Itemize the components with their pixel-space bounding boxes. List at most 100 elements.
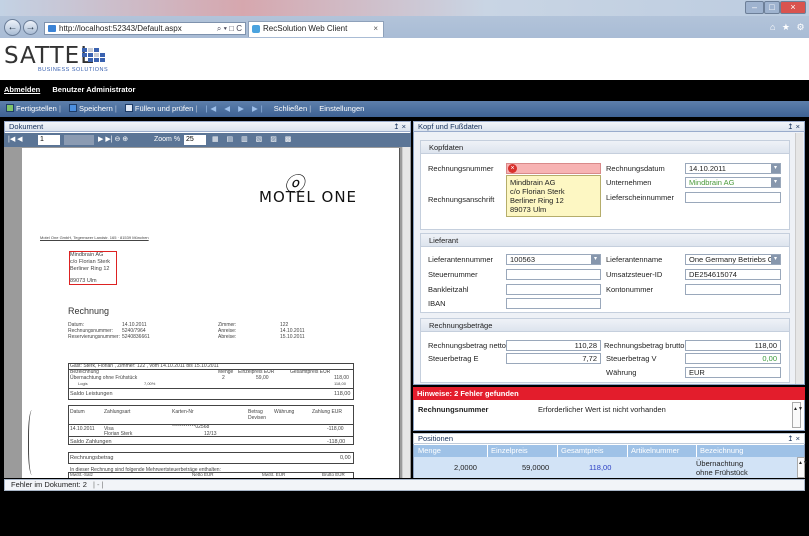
dropdown-arrow-icon[interactable]: ▾	[771, 178, 780, 187]
column-header[interactable]: Einzelpreis	[487, 445, 528, 457]
error-field[interactable]: Rechnungsnummer	[418, 405, 488, 414]
view-mode-icons[interactable]: ▦ ▤ ▥ ▧ ▨ ▩	[212, 133, 294, 147]
table-cell: Saldo Zahlungen	[70, 439, 112, 445]
section-title: Rechnungsbeträge	[421, 319, 789, 332]
margin-marks	[28, 410, 38, 475]
zoom-input[interactable]: 25	[184, 135, 206, 145]
right-panel-header: Kopf und Fußdaten ↥ ×	[413, 121, 805, 132]
fill-check-button[interactable]: Füllen und prüfen	[124, 101, 193, 117]
brutto-input[interactable]: 118,00	[685, 340, 781, 351]
waehrung-input[interactable]: EUR	[685, 367, 781, 378]
positions-header-row: Menge Einzelpreis Gesamtpreis Artikelnum…	[414, 445, 804, 457]
column-header[interactable]: Artikelnummer	[627, 445, 679, 457]
document-panel-header: Dokument ↥ ×	[4, 121, 411, 132]
address-controls[interactable]: ⌕ ▾ □ C	[217, 23, 242, 34]
lieferantennummer-select[interactable]: 100563 ▾	[506, 254, 601, 265]
settings-button[interactable]: Einstellungen	[319, 101, 364, 117]
positions-scroll-icon[interactable]: ▲▼	[797, 457, 808, 478]
netto-input[interactable]: 110,28	[506, 340, 601, 351]
field-label: Kontonummer	[606, 285, 654, 294]
table-cell: ************02568	[172, 424, 210, 430]
steuerbetrag-e-input[interactable]: 7,72	[506, 353, 601, 364]
column-header[interactable]: Menge	[418, 445, 441, 457]
maximize-button[interactable]: □	[764, 1, 780, 14]
right-panel-pin-icon[interactable]: ↥ ×	[787, 122, 800, 132]
table-cell: ohne Frühstück	[696, 468, 748, 477]
page-number-input[interactable]: 1	[38, 135, 60, 145]
document-panel-title: Dokument	[9, 122, 44, 131]
table-cell: 118,00	[589, 463, 612, 472]
table-cell: 2	[222, 375, 225, 381]
rechnungsdatum-input[interactable]: 14.10.2011 ▾	[685, 163, 781, 174]
dropdown-arrow-icon[interactable]: ▾	[771, 255, 780, 264]
kontonummer-input[interactable]	[685, 284, 781, 295]
table-header: Netto EUR	[192, 472, 214, 477]
table-header: Menge	[218, 369, 234, 375]
document-toolbar: |◀ ◀ 1 ▶ ▶| ⊖ ⊕ Zoom % 25 ▦ ▤ ▥ ▧ ▨ ▩	[4, 133, 411, 147]
bankleitzahl-input[interactable]	[506, 284, 601, 295]
address-line: Mindbrain AG	[510, 178, 556, 187]
tab-title: RecSolution Web Client	[263, 24, 348, 33]
steuernummer-input[interactable]	[506, 269, 601, 280]
iban-input[interactable]	[506, 298, 601, 309]
save-button[interactable]: Speichern	[69, 101, 113, 117]
first-page-icon[interactable]: |◀ ◀	[8, 136, 23, 143]
browser-icons[interactable]: ⌂ ★ ⚙	[770, 22, 807, 33]
table-cell: 0,00	[340, 455, 351, 461]
positions-pin-icon[interactable]: ↥ ×	[787, 434, 800, 444]
unternehmen-select[interactable]: Mindbrain AG ▾	[685, 177, 781, 188]
lieferscheinnummer-input[interactable]	[685, 192, 781, 203]
error-scroll-icon[interactable]: ▲▼	[792, 402, 803, 428]
rechnungsnummer-input[interactable]	[506, 163, 601, 174]
minimize-button[interactable]: –	[745, 1, 764, 14]
field-label: Lieferantennummer	[428, 255, 494, 264]
ust-id-input[interactable]: DE254615074	[685, 269, 781, 280]
field-label: Steuernummer	[428, 270, 478, 279]
logo-subtitle: BUSINESS SOLUTIONS	[38, 67, 109, 73]
back-button[interactable]: ←	[4, 19, 21, 36]
dropdown-arrow-icon[interactable]: ▾	[591, 255, 600, 264]
field-label: Rechnungsbetrag brutto	[604, 341, 685, 350]
document-panel-pin-icon[interactable]: ↥ ×	[393, 122, 406, 132]
hotel-logo-mark: ⓞ	[284, 172, 304, 196]
table-header: Währung	[274, 409, 295, 415]
address-line: 89073 Ulm	[510, 205, 547, 214]
field-label: Steuerbetrag E	[428, 354, 479, 363]
close-doc-button[interactable]: Schließen	[274, 101, 307, 117]
tab-close-icon[interactable]: ×	[373, 22, 378, 36]
nav-arrows[interactable]: |◀ ◀ ▶ ▶|	[205, 101, 265, 117]
field-label: Rechnungsanschrift	[428, 195, 495, 204]
tab-favicon-icon	[252, 25, 260, 33]
meta-label: Reservierungsnummer:	[68, 334, 120, 340]
table-header: Datum	[70, 409, 85, 415]
column-header[interactable]: Gesamtpreis	[557, 445, 604, 457]
field-label: Währung	[606, 368, 637, 377]
logo-bar	[0, 38, 809, 80]
document-scrollbar[interactable]	[402, 147, 410, 478]
address-line: Berliner Ring 12	[70, 266, 110, 272]
section-title: Lieferant	[421, 234, 789, 247]
table-header: Gesamtpreis EUR	[290, 369, 331, 375]
next-page-icon[interactable]: ▶ ▶| ⊖ ⊕	[98, 133, 128, 147]
rechnungsanschrift-textarea[interactable]: Mindbrain AG c/o Florian Sterk Berliner …	[506, 175, 601, 217]
window-close-button[interactable]: ×	[780, 1, 806, 14]
logout-link[interactable]: Abmelden	[4, 85, 40, 94]
dropdown-arrow-icon[interactable]: ▾	[771, 164, 780, 173]
browser-tab[interactable]: RecSolution Web Client ×	[248, 21, 384, 37]
finish-button[interactable]: Fertigstellen	[6, 101, 57, 117]
field-value: One Germany Betriebs G	[689, 255, 774, 264]
window-titlebar	[0, 0, 809, 16]
bottom-area	[0, 492, 809, 536]
field-label: Bankleitzahl	[428, 285, 469, 294]
status-text: Fehler im Dokument: 2	[11, 480, 87, 489]
table-cell: 59,0000	[522, 463, 550, 472]
sender-line: Motel One GmbH, Tegernseer Landstr. 165 …	[40, 235, 149, 240]
lieferantenname-select[interactable]: One Germany Betriebs G ▾	[685, 254, 781, 265]
table-row[interactable]: 2,0000 59,0000 118,00 Übernachtung ohne …	[414, 457, 797, 478]
column-header[interactable]: Bezeichnung	[696, 445, 743, 457]
forward-button[interactable]: →	[23, 20, 38, 35]
field-value: Mindbrain AG	[689, 178, 735, 187]
address-bar[interactable]: http://localhost:52343/Default.aspx ⌕ ▾ …	[44, 22, 246, 35]
steuerbetrag-v-input[interactable]: 0,00	[685, 353, 781, 364]
right-panel-scrollbar[interactable]	[795, 133, 803, 384]
